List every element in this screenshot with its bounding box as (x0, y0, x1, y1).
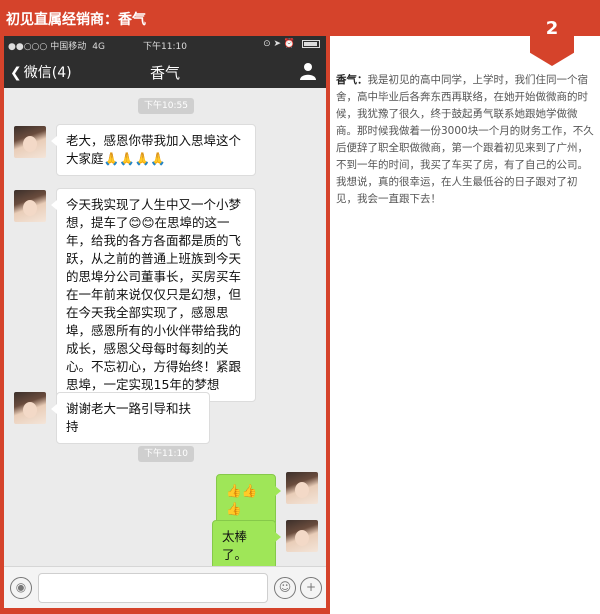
header-bar: 初见直属经销商：香气 (0, 0, 600, 36)
input-bar: ◉ ☺ + (4, 566, 326, 608)
message-bubble[interactable]: 老大，感恩你带我加入思埠这个大家庭🙏🙏🙏🙏 (51, 124, 256, 176)
phone-screen: ●●○○○ 中国移动 4G 下午11:10 ⊙ ➤ ⏰ ❮ 微信(4) 香气 下午10… (4, 36, 326, 608)
phone-frame: ●●○○○ 中国移动 4G 下午11:10 ⊙ ➤ ⏰ ❮ 微信(4) 香气 下午10… (0, 36, 330, 614)
timestamp: 下午11:10 (138, 446, 194, 462)
number-badge: 2 (530, 0, 574, 66)
alarm-icon: ⏰ (283, 39, 296, 49)
user-icon[interactable] (300, 62, 316, 80)
status-bar: ●●○○○ 中国移动 4G 下午11:10 ⊙ ➤ ⏰ (4, 36, 326, 54)
header-title: 初见直属经销商：香气 (6, 12, 146, 28)
voice-icon[interactable]: ◉ (10, 577, 32, 599)
chat-area: 下午10:55 老大，感恩你带我加入思埠这个大家庭🙏🙏🙏🙏 今天我实现了人生中又… (4, 88, 326, 572)
avatar[interactable] (14, 392, 46, 424)
story-name: 香气： (336, 74, 368, 86)
avatar[interactable] (14, 190, 46, 222)
avatar[interactable] (286, 520, 318, 552)
nav-bar: ❮ 微信(4) 香气 (4, 54, 326, 88)
badge-number: 2 (545, 18, 559, 39)
message-bubble[interactable]: 太棒了。 (212, 520, 281, 572)
story-text: 香气：我是初见的高中同学，上学时，我们住同一个宿舍，高中毕业后各奔东西再联络，在… (336, 72, 596, 208)
location-icon: ➤ (273, 39, 282, 49)
lock-icon: ⊙ (263, 39, 271, 49)
plus-icon[interactable]: + (300, 577, 322, 599)
emoji-icon[interactable]: ☺ (274, 577, 296, 599)
chat-title: 香气 (149, 64, 180, 82)
message-bubble[interactable]: 👍👍👍 (216, 474, 281, 526)
battery-icon (302, 39, 320, 48)
avatar[interactable] (286, 472, 318, 504)
message-bubble[interactable]: 今天我实现了人生中又一个小梦想，提车了😊😊在思埠的这一年，给我的各方各面都是质的… (51, 188, 256, 402)
message-bubble[interactable]: 谢谢老大一路引导和扶持 (51, 392, 210, 444)
message-input[interactable] (38, 573, 268, 603)
avatar[interactable] (14, 126, 46, 158)
timestamp: 下午10:55 (138, 98, 194, 114)
story-body: 我是初见的高中同学，上学时，我们住同一个宿舍，高中毕业后各奔东西再联络，在她开始… (336, 74, 594, 205)
